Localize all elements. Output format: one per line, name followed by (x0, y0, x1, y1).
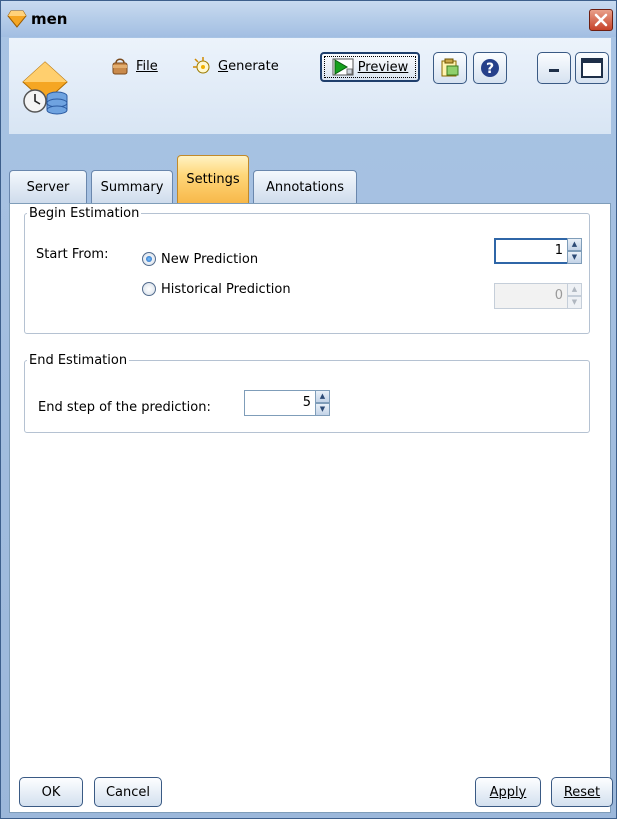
begin-estimation-legend: Begin Estimation (29, 206, 140, 221)
generate-menu-rest: enerate (228, 58, 279, 74)
title-bar[interactable]: men (1, 1, 616, 37)
end-step-stepper[interactable]: 5 ▲ ▼ (244, 390, 330, 416)
generate-sparkle-icon (193, 57, 210, 74)
new-prediction-label[interactable]: New Prediction (161, 252, 258, 267)
new-prediction-value[interactable]: 1 (494, 238, 567, 264)
annotate-button[interactable] (433, 52, 467, 84)
cancel-button[interactable]: Cancel (94, 777, 162, 807)
historical-prediction-radio[interactable] (142, 282, 156, 296)
close-icon (594, 13, 608, 27)
apply-button-label: Apply (489, 784, 527, 800)
stepper-down-icon[interactable]: ▼ (567, 251, 582, 264)
svg-text:?: ? (486, 61, 494, 77)
file-menu[interactable]: File (110, 53, 158, 79)
reset-button[interactable]: Reset (551, 777, 613, 807)
stepper-down-icon: ▼ (567, 296, 582, 309)
generate-menu-label: Generate (218, 59, 279, 74)
stepper-up-icon: ▲ (567, 283, 582, 296)
help-icon: ? (481, 59, 499, 77)
tab-annotations-label: Annotations (265, 179, 345, 195)
stepper-up-icon[interactable]: ▲ (567, 238, 582, 251)
new-prediction-stepper[interactable]: 1 ▲ ▼ (494, 238, 582, 264)
window-title: men (31, 10, 68, 28)
annotate-icon (441, 58, 459, 77)
preview-label: Preview (357, 59, 409, 75)
dialog-window: men File Generate Preview ? Server Summa… (0, 0, 617, 819)
tab-server[interactable]: Server (9, 170, 87, 203)
close-button[interactable] (589, 9, 613, 31)
tab-settings-label: Settings (186, 172, 240, 187)
apply-button[interactable]: Apply (475, 777, 541, 807)
help-button[interactable]: ? (473, 52, 507, 84)
new-prediction-radio[interactable] (142, 252, 156, 266)
minimize-icon (549, 69, 559, 72)
ok-button-label: OK (41, 784, 61, 800)
start-from-label: Start From: (36, 247, 109, 262)
generate-mnemonic: G (218, 58, 229, 74)
file-bag-icon (112, 58, 128, 75)
preview-play-icon (332, 58, 354, 76)
tab-annotations[interactable]: Annotations (253, 170, 357, 203)
tab-server-label: Server (26, 179, 70, 195)
file-menu-label: File (136, 58, 158, 74)
maximize-button[interactable] (575, 52, 609, 84)
generate-menu[interactable]: Generate (192, 53, 279, 79)
historical-prediction-label[interactable]: Historical Prediction (161, 282, 291, 297)
historical-prediction-stepper: 0 ▲ ▼ (494, 283, 582, 309)
ok-button[interactable]: OK (19, 777, 83, 807)
end-estimation-legend: End Estimation (29, 353, 128, 368)
stepper-up-icon[interactable]: ▲ (315, 390, 330, 403)
cancel-button-label: Cancel (105, 784, 151, 800)
tab-summary[interactable]: Summary (91, 170, 173, 203)
minimize-button[interactable] (537, 52, 571, 84)
preview-button[interactable]: Preview (320, 52, 420, 82)
maximize-icon (581, 58, 603, 78)
end-step-label: End step of the prediction: (38, 400, 211, 415)
tab-summary-label: Summary (100, 179, 164, 195)
historical-prediction-value: 0 (494, 283, 567, 309)
stepper-down-icon[interactable]: ▼ (315, 403, 330, 416)
end-step-value[interactable]: 5 (244, 390, 315, 416)
tab-strip: Server Summary Settings Annotations (9, 151, 611, 203)
tab-settings[interactable]: Settings (177, 155, 249, 203)
node-diamond-icon (7, 10, 27, 28)
toolbar: File Generate Preview ? (9, 38, 611, 134)
reset-button-label: Reset (563, 784, 601, 800)
settings-panel: Begin Estimation Start From: New Predict… (9, 203, 611, 813)
begin-estimation-group: Begin Estimation (24, 206, 590, 334)
time-series-node-icon (22, 61, 68, 115)
